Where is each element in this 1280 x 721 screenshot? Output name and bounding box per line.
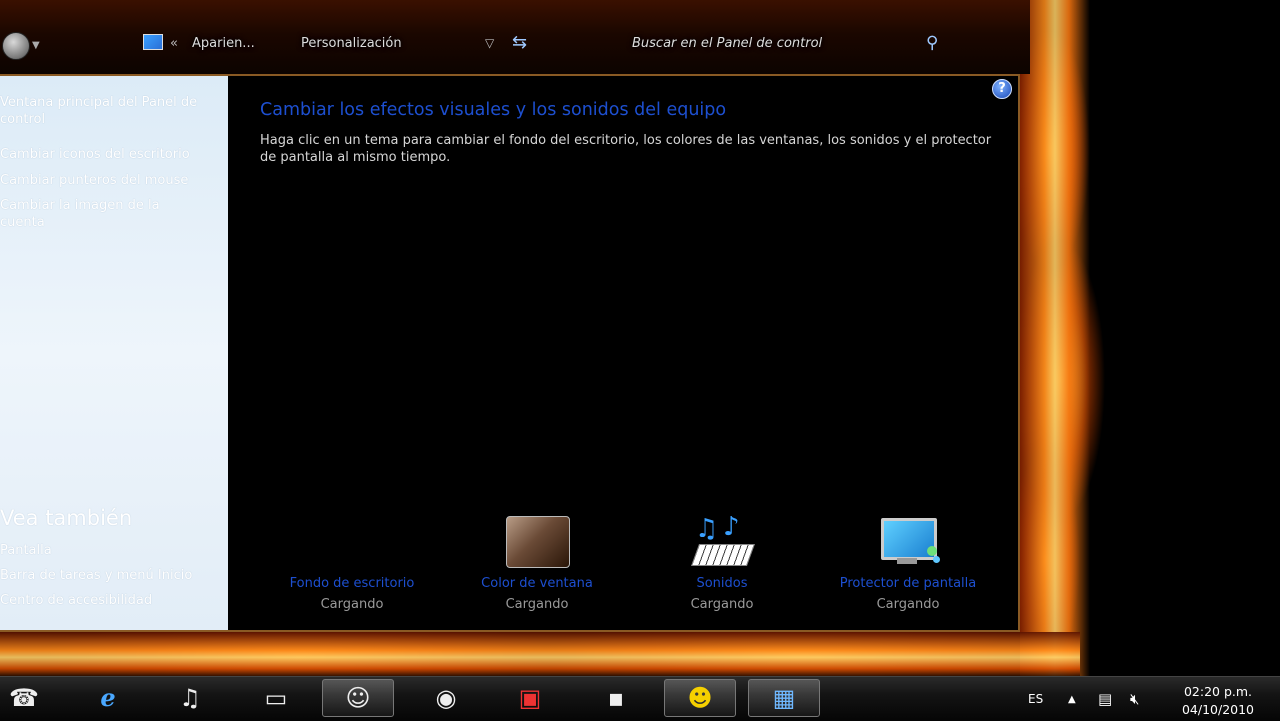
breadcrumb-apariencia[interactable]: Aparien... [192, 36, 255, 51]
game-icon: ▣ [518, 684, 542, 712]
clock-time: 02:20 p.m. [1183, 684, 1253, 699]
tile-status: Cargando [320, 597, 384, 612]
screensaver-icon [875, 516, 941, 570]
breadcrumb-overflow-icon[interactable]: « [170, 36, 178, 51]
tile-sounds[interactable]: ♫ ♪ Sonidos Cargando [632, 512, 812, 612]
phone-icon: ☎ [9, 684, 39, 712]
flame-decoration-bottom [0, 632, 1080, 678]
sidebar: Ventana principal del Panel de control C… [0, 76, 228, 630]
language-indicator[interactable]: ES [1028, 677, 1043, 721]
tile-label[interactable]: Protector de pantalla [818, 576, 998, 591]
taskbar-phone-app[interactable]: ☎ [0, 679, 60, 717]
yahoo-messenger-icon: ☻ [687, 684, 713, 712]
internet-explorer-icon: ℯ [100, 684, 116, 712]
taskbar-music-player[interactable]: ♫ [154, 679, 226, 717]
network-icon[interactable]: ▤ [1098, 677, 1112, 721]
volume-muted-icon[interactable]: 🔇︎ [1130, 677, 1139, 721]
firefox-icon: ◉ [435, 684, 457, 712]
taskbar-yahoo-messenger[interactable]: ☻ [664, 679, 736, 717]
back-button[interactable]: ▼ [0, 30, 44, 60]
control-panel-icon: ▦ [772, 684, 796, 712]
page-title: Cambiar los efectos visuales y los sonid… [260, 100, 727, 120]
laptop-icon: ▭ [264, 684, 288, 712]
tile-label[interactable]: Color de ventana [447, 576, 627, 591]
sidebar-link-control-panel-home[interactable]: Ventana principal del Panel de control [0, 94, 220, 128]
sidebar-link-display[interactable]: Pantalla [0, 542, 220, 559]
taskbar-control-panel[interactable]: ▦ [748, 679, 820, 717]
search-input[interactable]: Buscar en el Panel de control [632, 36, 822, 51]
taskbar-computer[interactable]: ▭ [240, 679, 312, 717]
show-hidden-icons[interactable]: ▲ [1068, 677, 1076, 721]
wallpaper-icon [319, 516, 385, 570]
camera-icon: ▪ [607, 684, 625, 712]
clock[interactable]: 02:20 p.m. 04/10/2010 [1168, 683, 1268, 719]
user-icon: ☺ [345, 684, 371, 712]
search-icon[interactable]: ⚲ [926, 33, 938, 53]
tile-screensaver[interactable]: Protector de pantalla Cargando [818, 516, 998, 612]
music-icon: ♫ [179, 684, 201, 712]
tile-status: Cargando [690, 597, 754, 612]
see-also-heading: Vea también [0, 506, 133, 530]
sidebar-link-account-picture[interactable]: Cambiar la imagen de la cuenta [0, 197, 180, 231]
breadcrumb-personalizacion[interactable]: Personalización [301, 36, 402, 51]
tile-window-color[interactable]: Color de ventana Cargando [447, 516, 627, 612]
main-content: ? Cambiar los efectos visuales y los son… [228, 76, 1016, 630]
sidebar-link-ease-of-access[interactable]: Centro de accesibilidad [0, 592, 220, 609]
taskbar-user-accounts[interactable]: ☺ [322, 679, 394, 717]
flame-decoration-right [1020, 0, 1090, 680]
window-color-icon [504, 516, 570, 570]
sounds-icon: ♫ ♪ [689, 512, 756, 570]
control-panel-icon [143, 34, 163, 50]
personalization-window: Ventana principal del Panel de control C… [0, 74, 1020, 632]
tile-label[interactable]: Fondo de escritorio [262, 576, 442, 591]
clock-date: 04/10/2010 [1181, 702, 1255, 717]
taskbar: ☎ ℯ ♫ ▭ ☺ ◉ ▣ ▪ ☻ ▦ ES ▲ ▤ 🔇︎ 02:20 p.m.… [0, 676, 1280, 721]
sidebar-link-desktop-icons[interactable]: Cambiar iconos del escritorio [0, 146, 220, 163]
tile-label[interactable]: Sonidos [632, 576, 812, 591]
taskbar-game[interactable]: ▣ [494, 679, 566, 717]
tile-status: Cargando [505, 597, 569, 612]
tile-status: Cargando [876, 597, 940, 612]
back-arrow-icon [2, 32, 30, 60]
address-dropdown-icon[interactable]: ▽ [485, 36, 494, 50]
tile-desktop-background[interactable]: Fondo de escritorio Cargando [262, 516, 442, 612]
page-description: Haga clic en un tema para cambiar el fon… [260, 133, 992, 165]
help-icon[interactable]: ? [992, 79, 1012, 99]
recent-pages-dropdown-icon[interactable]: ▼ [32, 40, 40, 51]
taskbar-internet-explorer[interactable]: ℯ [72, 679, 144, 717]
refresh-icon[interactable]: ⇆ [512, 32, 527, 53]
taskbar-media-app[interactable]: ▪ [580, 679, 652, 717]
sidebar-link-taskbar[interactable]: Barra de tareas y menú Inicio [0, 567, 220, 584]
sidebar-link-mouse-pointers[interactable]: Cambiar punteros del mouse [0, 172, 220, 189]
taskbar-firefox[interactable]: ◉ [410, 679, 482, 717]
